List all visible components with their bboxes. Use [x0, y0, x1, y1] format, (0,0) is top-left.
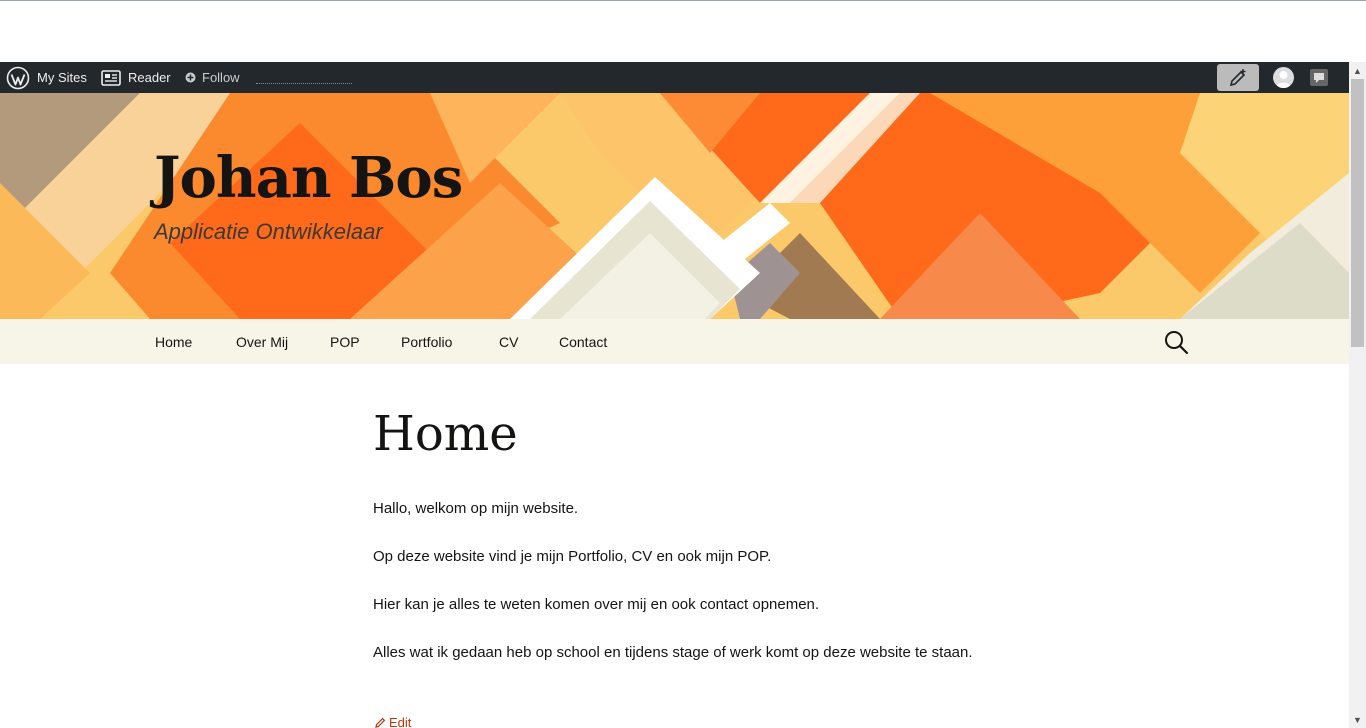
site-header[interactable]: Johan Bos Applicatie Ontwikkelaar — [0, 93, 1349, 319]
nav-item-cv[interactable]: CV — [499, 319, 518, 364]
search-icon — [1165, 331, 1189, 355]
scroll-up-arrow-icon[interactable]: ▲ — [1349, 62, 1366, 79]
my-sites-menu[interactable]: My Sites — [6, 62, 87, 93]
scroll-down-arrow-icon[interactable]: ▼ — [1349, 711, 1366, 728]
plus-circle-icon — [185, 72, 196, 83]
pencil-plus-icon — [1229, 68, 1246, 86]
reader-icon — [101, 69, 121, 86]
pencil-icon — [375, 717, 386, 728]
site-title[interactable]: Johan Bos — [154, 145, 463, 211]
nav-item-pop[interactable]: POP — [330, 319, 360, 364]
content-paragraph-3: Hier kan je alles te weten komen over mi… — [373, 596, 820, 613]
page-viewport: My Sites Reader Follow Johan Bos Applica… — [0, 62, 1349, 728]
site-description: Applicatie Ontwikkelaar — [154, 219, 383, 244]
nav-item-portfolio[interactable]: Portfolio — [401, 319, 452, 364]
wordpress-logo-icon — [6, 66, 30, 89]
scrollbar-thumb[interactable] — [1351, 79, 1364, 347]
user-avatar[interactable] — [1273, 67, 1294, 88]
main-navigation: Home Over Mij POP Portfolio CV Contact — [0, 319, 1349, 364]
follow-label: Follow — [202, 70, 240, 85]
reader-label: Reader — [128, 70, 171, 85]
follow-dotted-line — [256, 83, 352, 84]
browser-top-strip — [0, 0, 1366, 62]
content-paragraph-2: Op deze website vind je mijn Portfolio, … — [373, 548, 772, 565]
content-paragraph-1: Hallo, welkom op mijn website. — [373, 500, 579, 517]
content-paragraph-4: Alles wat ik gedaan heb op school en tij… — [373, 644, 973, 661]
edit-label: Edit — [389, 715, 412, 728]
vertical-scrollbar[interactable]: ▲ ▼ — [1349, 62, 1366, 728]
search-button[interactable] — [1163, 329, 1189, 355]
notifications-icon[interactable] — [1310, 69, 1328, 86]
my-sites-label: My Sites — [37, 70, 87, 85]
page-title: Home — [373, 406, 518, 462]
reader-menu[interactable]: Reader — [101, 62, 171, 93]
nav-item-home[interactable]: Home — [155, 319, 192, 364]
follow-button[interactable]: Follow — [185, 62, 240, 93]
write-post-button[interactable] — [1217, 64, 1259, 91]
nav-item-contact[interactable]: Contact — [559, 319, 607, 364]
avatar-silhouette-icon — [1276, 71, 1291, 88]
edit-link[interactable]: Edit — [375, 715, 411, 728]
admin-bar: My Sites Reader Follow — [0, 62, 1349, 93]
nav-item-over-mij[interactable]: Over Mij — [236, 319, 288, 364]
